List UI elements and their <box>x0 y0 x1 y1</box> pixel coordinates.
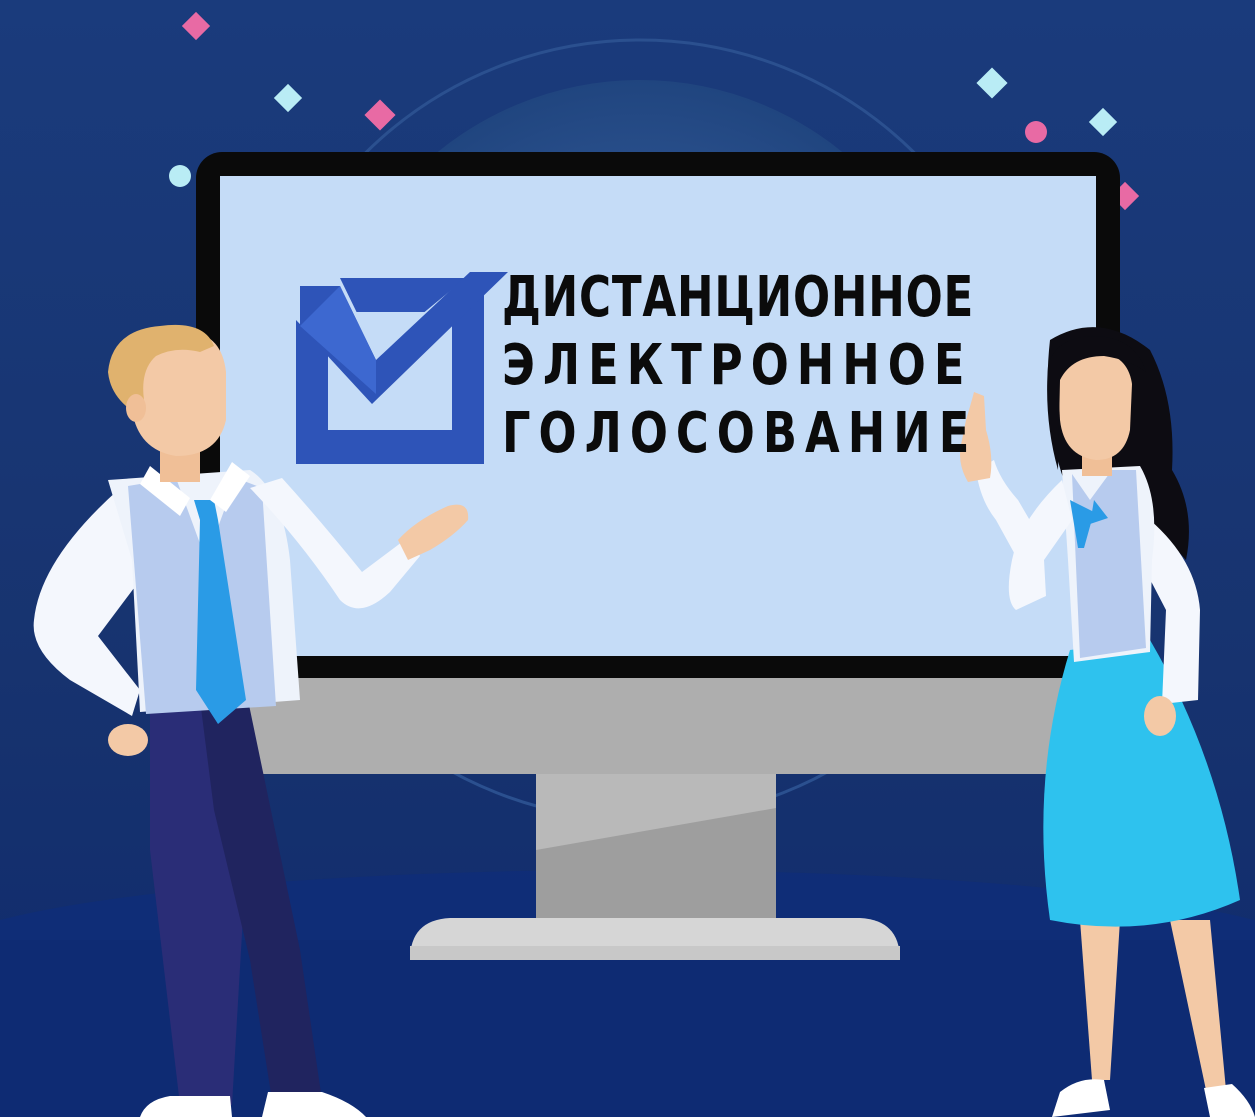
background-illustration <box>0 0 1255 1117</box>
monitor-chin <box>196 678 1120 774</box>
confetti-dot <box>169 165 191 187</box>
logo-line-2: ЭЛЕКТРОННОЕ <box>502 333 973 398</box>
confetti-dot <box>1025 121 1047 143</box>
logo-line-1: ДИСТАНЦИОННОЕ <box>502 265 975 330</box>
illustration-scene: ДИСТАНЦИОННОЕ ЭЛЕКТРОННОЕ ГОЛОСОВАНИЕ <box>0 0 1255 1117</box>
logo-line-3: ГОЛОСОВАНИЕ <box>502 401 978 466</box>
logo-title: ДИСТАНЦИОННОЕ ЭЛЕКТРОННОЕ ГОЛОСОВАНИЕ <box>502 270 1107 462</box>
checkbox-check-icon <box>296 268 510 464</box>
